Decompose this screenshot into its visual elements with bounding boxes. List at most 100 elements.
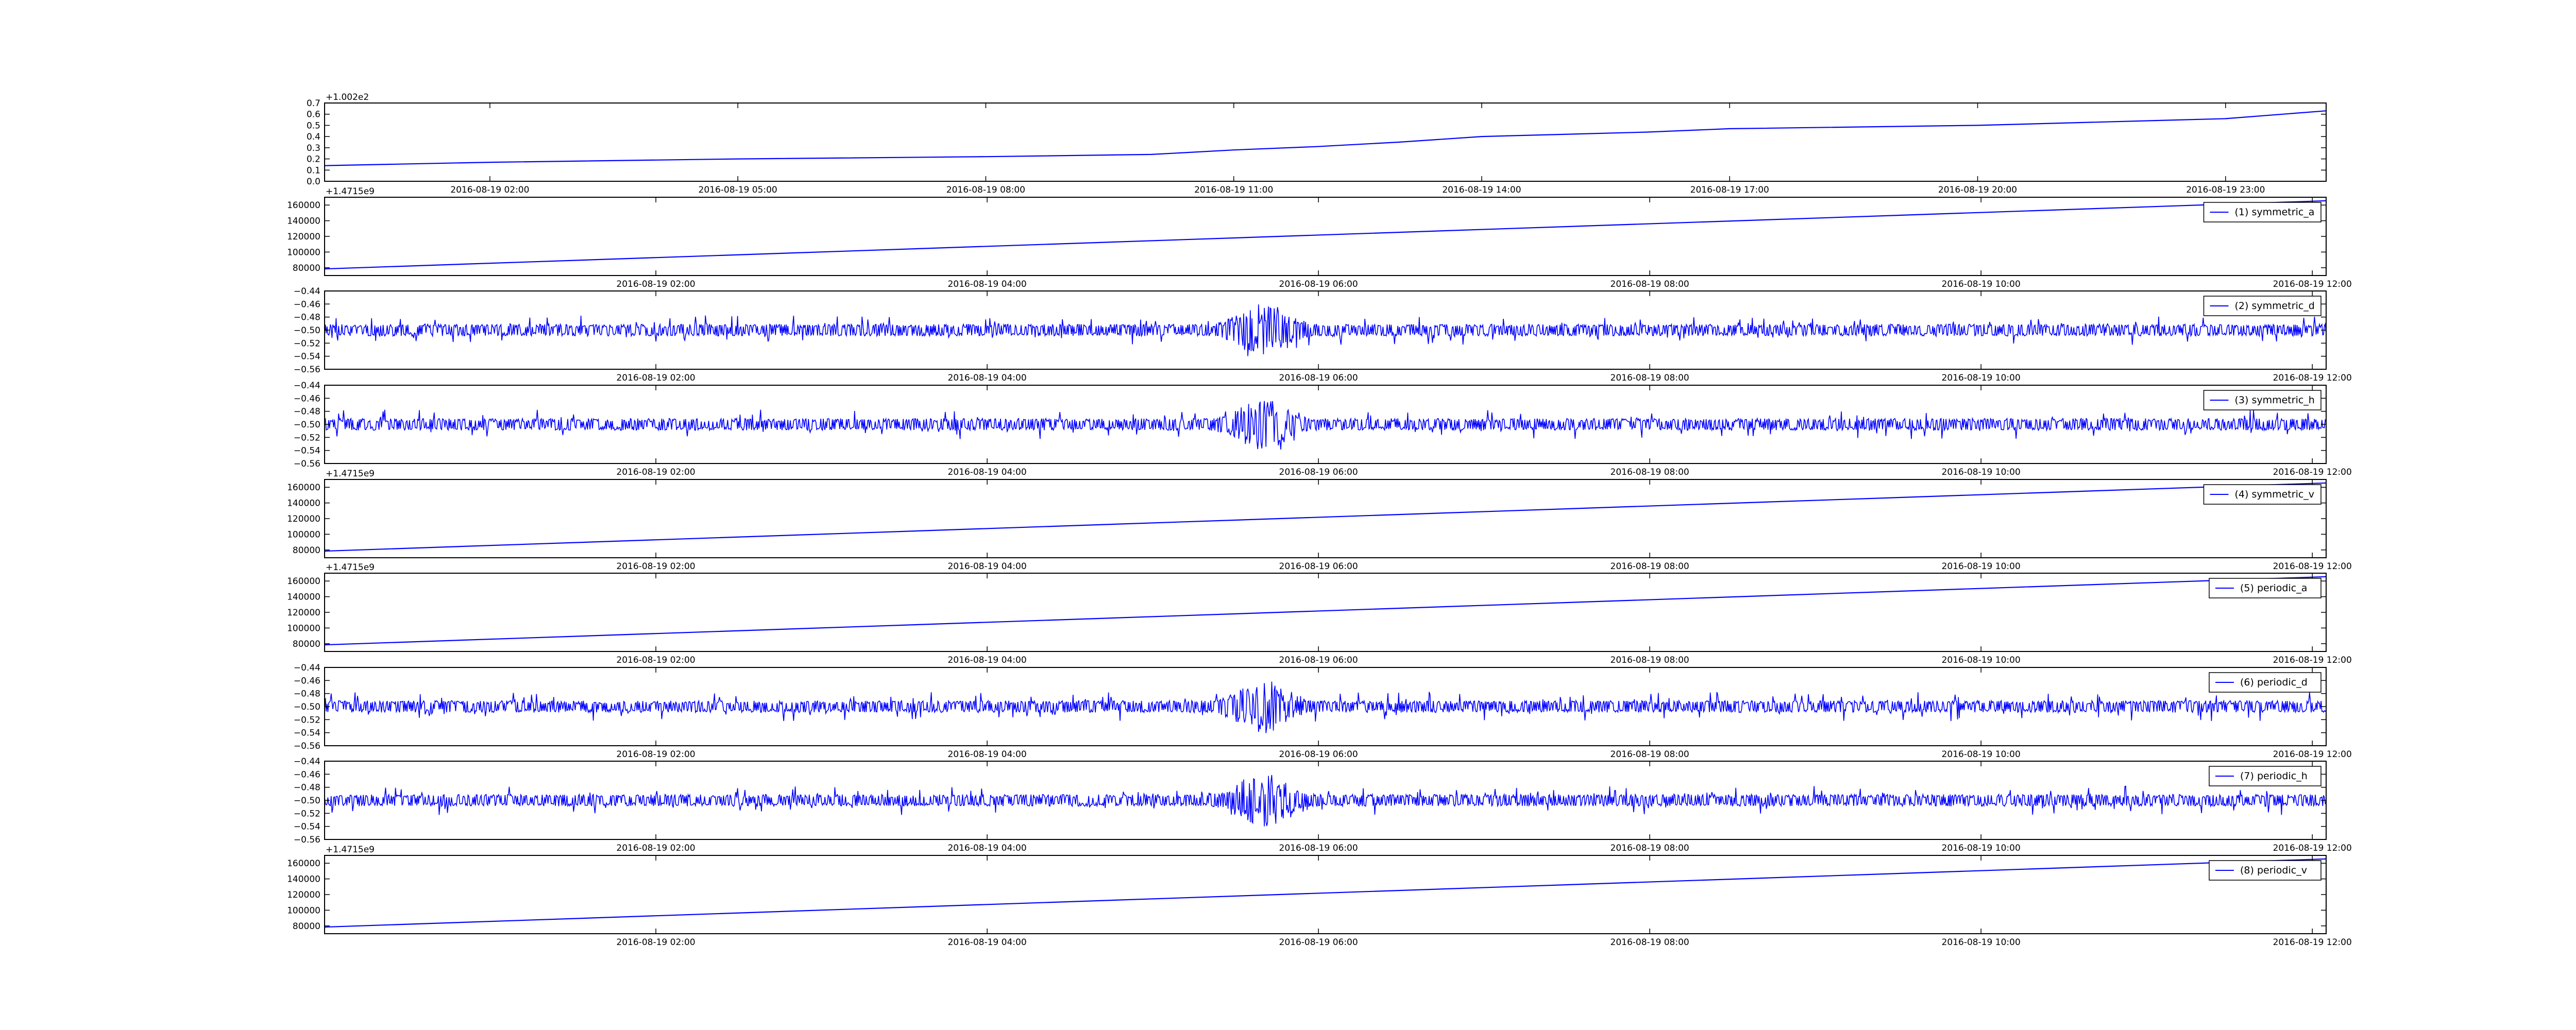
x-tick-label: 2016-08-19 06:00 xyxy=(1279,561,1358,572)
x-tick-label: 2016-08-19 06:00 xyxy=(1279,655,1358,665)
legend-label-2: (1) symmetric_a xyxy=(2235,207,2315,218)
offset-label: +1.002e2 xyxy=(326,92,369,102)
x-tick-label: 2016-08-19 02:00 xyxy=(616,279,695,289)
axes-frame-2 xyxy=(324,197,2327,276)
x-tick-label: 2016-08-19 08:00 xyxy=(1611,655,1689,665)
x-tick-label: 2016-08-19 20:00 xyxy=(1938,185,2017,195)
x-tick-label: 2016-08-19 04:00 xyxy=(947,655,1026,665)
series-line-1 xyxy=(325,110,2326,166)
x-tick-label: 2016-08-19 04:00 xyxy=(947,373,1026,383)
y-tick-label: −0.54 xyxy=(294,352,320,362)
offset-label: +1.4715e9 xyxy=(326,845,375,855)
y-tick-label: −0.46 xyxy=(294,769,320,780)
x-tick-label: 2016-08-19 11:00 xyxy=(1194,185,1273,195)
subplot-7: −0.56 −0.54 −0.52 −0.50 −0.48 −0.46 −0.44 2016-… xyxy=(294,663,2352,760)
y-tick-label: −0.50 xyxy=(294,702,320,712)
y-tick-label: 0.3 xyxy=(307,143,320,153)
axes-frame-9 xyxy=(324,855,2327,934)
y-tick-label: −0.54 xyxy=(294,446,320,456)
x-tick-label: 2016-08-19 02:00 xyxy=(616,561,695,572)
x-tick-label: 2016-08-19 05:00 xyxy=(699,185,777,195)
legend-label-3: (2) symmetric_d xyxy=(2235,300,2315,312)
x-tick-label: 2016-08-19 10:00 xyxy=(1942,279,2021,289)
x-tick-label: 2016-08-19 04:00 xyxy=(947,279,1026,289)
offset-label: +1.4715e9 xyxy=(326,186,375,197)
x-tick-label: 2016-08-19 17:00 xyxy=(1690,185,1769,195)
x-tick-label: 2016-08-19 04:00 xyxy=(947,561,1026,572)
x-tick-label: 2016-08-19 10:00 xyxy=(1942,561,2021,572)
y-tick-label: −0.56 xyxy=(294,365,320,375)
y-tick-label: −0.44 xyxy=(294,286,320,297)
subplot-2: 80000 100000 120000 140000 160000 2016-08-19 … xyxy=(287,186,2352,289)
legend-label-7: (6) periodic_d xyxy=(2240,677,2308,688)
y-tick-label: −0.52 xyxy=(294,809,320,819)
x-tick-label: 2016-08-19 08:00 xyxy=(946,185,1025,195)
subplot-6: 80000 100000 120000 140000 160000 2016-08-19 … xyxy=(287,562,2352,665)
x-tick-label: 2016-08-19 02:00 xyxy=(616,749,695,760)
x-tick-label: 2016-08-19 06:00 xyxy=(1279,279,1358,289)
y-tick-label: −0.56 xyxy=(294,835,320,845)
x-tick-label: 2016-08-19 02:00 xyxy=(616,467,695,477)
y-tick-label: 80000 xyxy=(293,263,320,273)
x-tick-label: 2016-08-19 08:00 xyxy=(1611,373,1689,383)
x-tick-label: 2016-08-19 02:00 xyxy=(616,373,695,383)
y-tick-label: 100000 xyxy=(287,623,320,633)
axes-frame-1 xyxy=(324,102,2327,182)
y-tick-label: 160000 xyxy=(287,859,320,869)
x-tick-label: 2016-08-19 10:00 xyxy=(1942,655,2021,665)
y-tick-label: −0.56 xyxy=(294,459,320,469)
y-tick-label: 140000 xyxy=(287,874,320,885)
x-tick-label: 2016-08-19 12:00 xyxy=(2273,937,2352,948)
series-line-3 xyxy=(325,304,2326,356)
y-tick-label: 0.1 xyxy=(307,165,320,176)
x-tick-label: 2016-08-19 02:00 xyxy=(616,937,695,948)
subplot-8: −0.56 −0.54 −0.52 −0.50 −0.48 −0.46 −0.44 2016-… xyxy=(294,757,2352,853)
x-tick-label: 2016-08-19 08:00 xyxy=(1611,749,1689,760)
y-tick-label: −0.48 xyxy=(294,783,320,793)
x-tick-label: 2016-08-19 23:00 xyxy=(2186,185,2265,195)
y-tick-label: −0.54 xyxy=(294,822,320,832)
y-tick-label: 0.7 xyxy=(307,98,320,109)
y-tick-label: 120000 xyxy=(287,890,320,900)
subplot-5: 80000 100000 120000 140000 160000 2016-08-19 … xyxy=(287,469,2352,572)
y-tick-label: 0.5 xyxy=(307,121,320,131)
x-tick-label: 2016-08-19 06:00 xyxy=(1279,373,1358,383)
y-tick-label: −0.44 xyxy=(294,757,320,767)
series-line-2 xyxy=(325,200,2326,270)
x-tick-label: 2016-08-19 06:00 xyxy=(1279,467,1358,477)
series-line-4 xyxy=(325,401,2326,450)
y-tick-label: 140000 xyxy=(287,592,320,603)
figure: 0.00.10.20.30.40.50.60.7 2016-08-19 02:00… xyxy=(287,92,2352,948)
y-tick-label: 80000 xyxy=(293,639,320,649)
y-tick-label: −0.52 xyxy=(294,433,320,443)
x-tick-label: 2016-08-19 04:00 xyxy=(947,843,1026,853)
y-tick-label: 120000 xyxy=(287,608,320,618)
x-tick-label: 2016-08-19 02:00 xyxy=(616,655,695,665)
axes-frame-6 xyxy=(324,573,2327,652)
subplot-4: −0.56 −0.54 −0.52 −0.50 −0.48 −0.46 −0.44 2016-… xyxy=(294,381,2352,477)
y-tick-label: 80000 xyxy=(293,921,320,932)
offset-label: +1.4715e9 xyxy=(326,562,375,573)
x-tick-label: 2016-08-19 10:00 xyxy=(1942,843,2021,853)
x-tick-label: 2016-08-19 10:00 xyxy=(1942,937,2021,948)
y-tick-label: −0.44 xyxy=(294,663,320,673)
y-tick-label: 160000 xyxy=(287,200,320,211)
series-line-8 xyxy=(325,775,2326,827)
subplot-3: −0.56 −0.54 −0.52 −0.50 −0.48 −0.46 −0.44 2016-… xyxy=(294,286,2352,383)
x-tick-label: 2016-08-19 02:00 xyxy=(450,185,529,195)
y-tick-label: −0.56 xyxy=(294,741,320,751)
y-tick-label: 140000 xyxy=(287,499,320,509)
y-tick-label: 160000 xyxy=(287,576,320,587)
x-tick-label: 2016-08-19 08:00 xyxy=(1611,937,1689,948)
y-tick-label: 100000 xyxy=(287,905,320,916)
y-tick-label: 100000 xyxy=(287,529,320,540)
series-line-7 xyxy=(325,681,2326,733)
y-tick-label: −0.46 xyxy=(294,299,320,310)
x-tick-label: 2016-08-19 04:00 xyxy=(947,749,1026,760)
x-tick-label: 2016-08-19 12:00 xyxy=(2273,749,2352,760)
y-tick-label: −0.46 xyxy=(294,393,320,404)
x-tick-label: 2016-08-19 08:00 xyxy=(1611,467,1689,477)
legend-label-6: (5) periodic_a xyxy=(2240,582,2307,594)
legend-label-8: (7) periodic_h xyxy=(2240,770,2308,782)
y-tick-label: 140000 xyxy=(287,216,320,227)
